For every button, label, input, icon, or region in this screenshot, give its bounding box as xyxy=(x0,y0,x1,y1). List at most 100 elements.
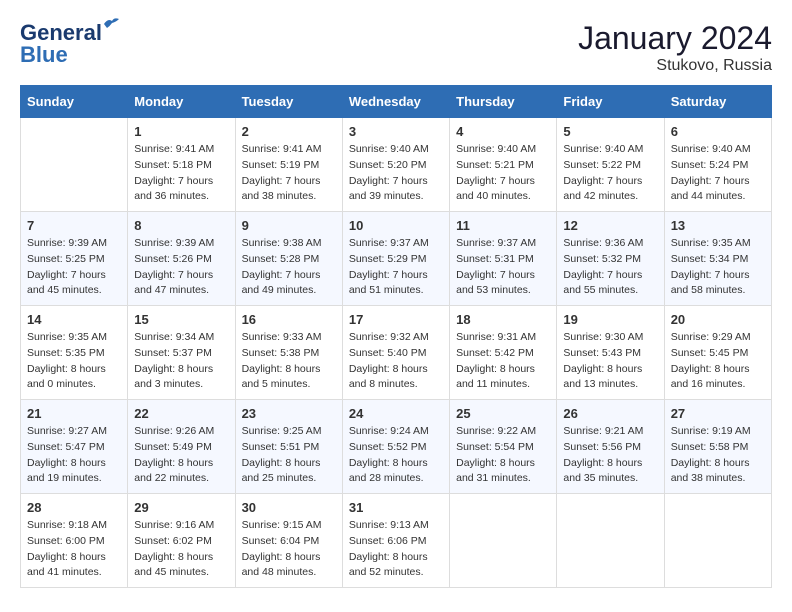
sunset-text: Sunset: 6:04 PM xyxy=(242,534,336,550)
day-cell: 13 Sunrise: 9:35 AM Sunset: 5:34 PM Dayl… xyxy=(664,212,771,306)
day-number: 1 xyxy=(134,124,228,139)
day-cell: 7 Sunrise: 9:39 AM Sunset: 5:25 PM Dayli… xyxy=(21,212,128,306)
sunrise-text: Sunrise: 9:31 AM xyxy=(456,330,550,346)
sunset-text: Sunset: 5:43 PM xyxy=(563,346,657,362)
day-number: 8 xyxy=(134,218,228,233)
daylight-text: Daylight: 7 hours and 39 minutes. xyxy=(349,174,443,206)
sunset-text: Sunset: 5:47 PM xyxy=(27,440,121,456)
sunrise-text: Sunrise: 9:15 AM xyxy=(242,518,336,534)
day-info: Sunrise: 9:13 AM Sunset: 6:06 PM Dayligh… xyxy=(349,518,443,581)
day-cell: 23 Sunrise: 9:25 AM Sunset: 5:51 PM Dayl… xyxy=(235,400,342,494)
day-cell: 8 Sunrise: 9:39 AM Sunset: 5:26 PM Dayli… xyxy=(128,212,235,306)
daylight-text: Daylight: 8 hours and 22 minutes. xyxy=(134,456,228,488)
day-number: 28 xyxy=(27,500,121,515)
day-info: Sunrise: 9:31 AM Sunset: 5:42 PM Dayligh… xyxy=(456,330,550,393)
day-info: Sunrise: 9:16 AM Sunset: 6:02 PM Dayligh… xyxy=(134,518,228,581)
sunset-text: Sunset: 5:26 PM xyxy=(134,252,228,268)
daylight-text: Daylight: 8 hours and 28 minutes. xyxy=(349,456,443,488)
daylight-text: Daylight: 7 hours and 58 minutes. xyxy=(671,268,765,300)
day-info: Sunrise: 9:37 AM Sunset: 5:31 PM Dayligh… xyxy=(456,236,550,299)
day-info: Sunrise: 9:24 AM Sunset: 5:52 PM Dayligh… xyxy=(349,424,443,487)
day-number: 23 xyxy=(242,406,336,421)
day-info: Sunrise: 9:34 AM Sunset: 5:37 PM Dayligh… xyxy=(134,330,228,393)
day-cell: 21 Sunrise: 9:27 AM Sunset: 5:47 PM Dayl… xyxy=(21,400,128,494)
sunset-text: Sunset: 5:31 PM xyxy=(456,252,550,268)
week-row-1: 1 Sunrise: 9:41 AM Sunset: 5:18 PM Dayli… xyxy=(21,118,772,212)
day-cell: 27 Sunrise: 9:19 AM Sunset: 5:58 PM Dayl… xyxy=(664,400,771,494)
day-number: 25 xyxy=(456,406,550,421)
day-number: 13 xyxy=(671,218,765,233)
sunrise-text: Sunrise: 9:26 AM xyxy=(134,424,228,440)
day-info: Sunrise: 9:22 AM Sunset: 5:54 PM Dayligh… xyxy=(456,424,550,487)
day-cell: 26 Sunrise: 9:21 AM Sunset: 5:56 PM Dayl… xyxy=(557,400,664,494)
day-info: Sunrise: 9:32 AM Sunset: 5:40 PM Dayligh… xyxy=(349,330,443,393)
sunrise-text: Sunrise: 9:37 AM xyxy=(456,236,550,252)
day-number: 7 xyxy=(27,218,121,233)
daylight-text: Daylight: 7 hours and 47 minutes. xyxy=(134,268,228,300)
weekday-header-saturday: Saturday xyxy=(664,86,771,118)
daylight-text: Daylight: 8 hours and 25 minutes. xyxy=(242,456,336,488)
daylight-text: Daylight: 8 hours and 31 minutes. xyxy=(456,456,550,488)
day-cell: 17 Sunrise: 9:32 AM Sunset: 5:40 PM Dayl… xyxy=(342,306,449,400)
day-cell: 24 Sunrise: 9:24 AM Sunset: 5:52 PM Dayl… xyxy=(342,400,449,494)
sunrise-text: Sunrise: 9:33 AM xyxy=(242,330,336,346)
day-cell: 16 Sunrise: 9:33 AM Sunset: 5:38 PM Dayl… xyxy=(235,306,342,400)
day-info: Sunrise: 9:26 AM Sunset: 5:49 PM Dayligh… xyxy=(134,424,228,487)
daylight-text: Daylight: 8 hours and 19 minutes. xyxy=(27,456,121,488)
sunset-text: Sunset: 5:24 PM xyxy=(671,158,765,174)
sunset-text: Sunset: 5:18 PM xyxy=(134,158,228,174)
sunset-text: Sunset: 5:42 PM xyxy=(456,346,550,362)
day-info: Sunrise: 9:41 AM Sunset: 5:18 PM Dayligh… xyxy=(134,142,228,205)
sunrise-text: Sunrise: 9:35 AM xyxy=(27,330,121,346)
daylight-text: Daylight: 7 hours and 51 minutes. xyxy=(349,268,443,300)
sunset-text: Sunset: 5:58 PM xyxy=(671,440,765,456)
day-cell: 30 Sunrise: 9:15 AM Sunset: 6:04 PM Dayl… xyxy=(235,494,342,588)
calendar-table: SundayMondayTuesdayWednesdayThursdayFrid… xyxy=(20,85,772,588)
sunrise-text: Sunrise: 9:29 AM xyxy=(671,330,765,346)
daylight-text: Daylight: 8 hours and 13 minutes. xyxy=(563,362,657,394)
day-info: Sunrise: 9:41 AM Sunset: 5:19 PM Dayligh… xyxy=(242,142,336,205)
daylight-text: Daylight: 8 hours and 38 minutes. xyxy=(671,456,765,488)
day-info: Sunrise: 9:40 AM Sunset: 5:20 PM Dayligh… xyxy=(349,142,443,205)
day-cell: 4 Sunrise: 9:40 AM Sunset: 5:21 PM Dayli… xyxy=(450,118,557,212)
sunset-text: Sunset: 5:34 PM xyxy=(671,252,765,268)
sunrise-text: Sunrise: 9:40 AM xyxy=(349,142,443,158)
day-number: 17 xyxy=(349,312,443,327)
day-info: Sunrise: 9:15 AM Sunset: 6:04 PM Dayligh… xyxy=(242,518,336,581)
sunset-text: Sunset: 5:45 PM xyxy=(671,346,765,362)
sunset-text: Sunset: 5:52 PM xyxy=(349,440,443,456)
day-cell: 28 Sunrise: 9:18 AM Sunset: 6:00 PM Dayl… xyxy=(21,494,128,588)
weekday-header-wednesday: Wednesday xyxy=(342,86,449,118)
day-info: Sunrise: 9:19 AM Sunset: 5:58 PM Dayligh… xyxy=(671,424,765,487)
day-info: Sunrise: 9:37 AM Sunset: 5:29 PM Dayligh… xyxy=(349,236,443,299)
day-cell: 18 Sunrise: 9:31 AM Sunset: 5:42 PM Dayl… xyxy=(450,306,557,400)
sunrise-text: Sunrise: 9:13 AM xyxy=(349,518,443,534)
day-info: Sunrise: 9:29 AM Sunset: 5:45 PM Dayligh… xyxy=(671,330,765,393)
daylight-text: Daylight: 7 hours and 49 minutes. xyxy=(242,268,336,300)
week-row-2: 7 Sunrise: 9:39 AM Sunset: 5:25 PM Dayli… xyxy=(21,212,772,306)
day-cell: 29 Sunrise: 9:16 AM Sunset: 6:02 PM Dayl… xyxy=(128,494,235,588)
day-number: 16 xyxy=(242,312,336,327)
day-number: 10 xyxy=(349,218,443,233)
sunrise-text: Sunrise: 9:24 AM xyxy=(349,424,443,440)
sunset-text: Sunset: 5:54 PM xyxy=(456,440,550,456)
sunrise-text: Sunrise: 9:32 AM xyxy=(349,330,443,346)
logo-bird-icon xyxy=(102,16,120,30)
day-info: Sunrise: 9:21 AM Sunset: 5:56 PM Dayligh… xyxy=(563,424,657,487)
week-row-4: 21 Sunrise: 9:27 AM Sunset: 5:47 PM Dayl… xyxy=(21,400,772,494)
daylight-text: Daylight: 8 hours and 35 minutes. xyxy=(563,456,657,488)
day-info: Sunrise: 9:35 AM Sunset: 5:35 PM Dayligh… xyxy=(27,330,121,393)
sunrise-text: Sunrise: 9:39 AM xyxy=(134,236,228,252)
day-number: 31 xyxy=(349,500,443,515)
day-number: 24 xyxy=(349,406,443,421)
sunrise-text: Sunrise: 9:36 AM xyxy=(563,236,657,252)
day-cell: 19 Sunrise: 9:30 AM Sunset: 5:43 PM Dayl… xyxy=(557,306,664,400)
day-cell: 22 Sunrise: 9:26 AM Sunset: 5:49 PM Dayl… xyxy=(128,400,235,494)
daylight-text: Daylight: 8 hours and 52 minutes. xyxy=(349,550,443,582)
sunrise-text: Sunrise: 9:25 AM xyxy=(242,424,336,440)
day-cell: 12 Sunrise: 9:36 AM Sunset: 5:32 PM Dayl… xyxy=(557,212,664,306)
daylight-text: Daylight: 7 hours and 36 minutes. xyxy=(134,174,228,206)
day-number: 27 xyxy=(671,406,765,421)
day-cell: 1 Sunrise: 9:41 AM Sunset: 5:18 PM Dayli… xyxy=(128,118,235,212)
day-cell: 15 Sunrise: 9:34 AM Sunset: 5:37 PM Dayl… xyxy=(128,306,235,400)
